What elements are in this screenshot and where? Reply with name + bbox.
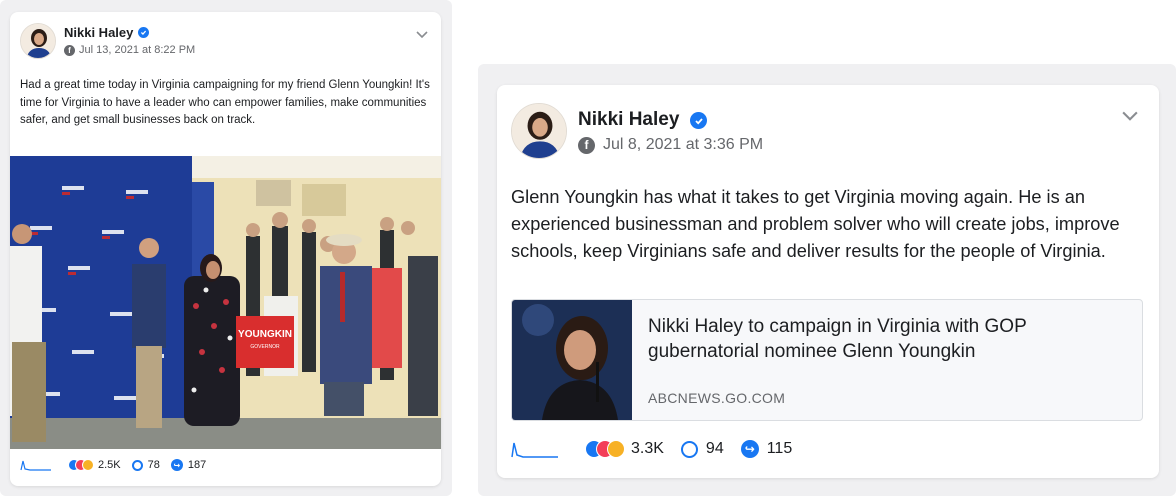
verified-badge-icon: [690, 112, 707, 129]
share-icon: ↪: [740, 440, 759, 458]
post-card-1: Nikki Haley f Jul 13, 2021 at 8:22 PM Ha…: [10, 12, 441, 486]
chevron-down-icon[interactable]: [416, 26, 428, 44]
share-count[interactable]: 187: [188, 459, 206, 471]
link-thumbnail: [512, 300, 632, 420]
share-count[interactable]: 115: [767, 440, 793, 458]
link-title[interactable]: Nikki Haley to campaign in Virginia with…: [648, 314, 1128, 364]
comment-count[interactable]: 78: [148, 459, 160, 471]
post-text: Glenn Youngkin has what it takes to get …: [511, 187, 1120, 261]
share-icon: ↪: [170, 459, 183, 471]
post-stats: 3.3K 94 ↪ 115: [511, 440, 792, 458]
post-meta: f Jul 8, 2021 at 3:36 PM: [578, 136, 763, 154]
post-text: Had a great time today in Virginia campa…: [20, 79, 430, 126]
avatar[interactable]: [20, 23, 56, 59]
post-card-2: Nikki Haley f Jul 8, 2021 at 3:36 PM Gle…: [497, 85, 1159, 478]
author-name[interactable]: Nikki Haley: [578, 109, 679, 131]
news-photo: [512, 300, 632, 420]
avatar-photo-icon: [21, 24, 55, 58]
verified-badge-icon: [138, 27, 149, 38]
post-photo[interactable]: YOUNGKIN GOVERNOR: [10, 156, 441, 449]
comment-count[interactable]: 94: [706, 440, 724, 458]
facebook-icon: f: [578, 136, 595, 154]
comment-bubble-icon: [680, 440, 698, 458]
link-domain: ABCNEWS.GO.COM: [648, 390, 786, 406]
reaction-count[interactable]: 3.3K: [631, 440, 664, 458]
sign-subtext: GOVERNOR: [250, 344, 280, 350]
facebook-icon: f: [64, 44, 75, 56]
link-preview[interactable]: Nikki Haley to campaign in Virginia with…: [511, 299, 1143, 421]
sparkline-icon: [20, 460, 51, 471]
campaign-event-photo: YOUNGKIN GOVERNOR: [10, 156, 441, 449]
post-date[interactable]: Jul 13, 2021 at 8:22 PM: [79, 44, 195, 56]
reactions-icon[interactable]: [585, 440, 625, 458]
post-stats: 2.5K 78 ↪ 187: [20, 459, 206, 471]
author-name[interactable]: Nikki Haley: [64, 25, 133, 40]
avatar[interactable]: [511, 103, 567, 159]
chevron-down-icon[interactable]: [1121, 109, 1139, 127]
comment-bubble-icon: [131, 459, 143, 471]
post-date[interactable]: Jul 8, 2021 at 3:36 PM: [603, 136, 763, 154]
sparkline-icon: [511, 442, 558, 458]
post-meta: f Jul 13, 2021 at 8:22 PM: [64, 44, 195, 56]
reaction-count[interactable]: 2.5K: [98, 459, 121, 471]
reactions-icon[interactable]: [68, 459, 94, 471]
avatar-photo-icon: [512, 104, 566, 158]
sign-text: YOUNGKIN: [238, 329, 292, 340]
